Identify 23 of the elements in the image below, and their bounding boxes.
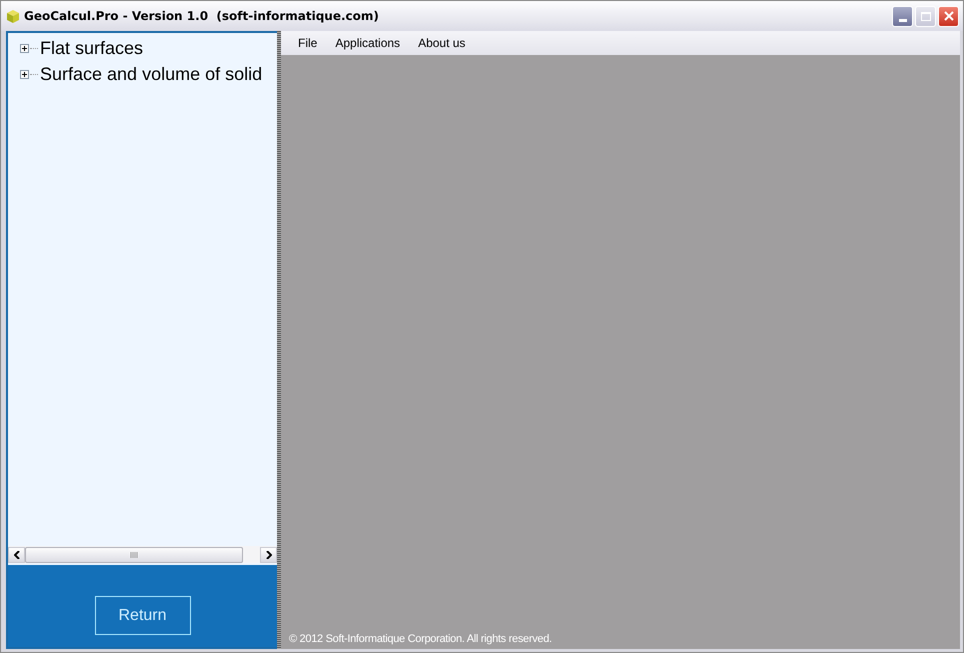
cube-icon <box>5 8 21 24</box>
minimize-button[interactable] <box>892 6 913 26</box>
tree-item[interactable]: Surface and volume of solid <box>40 64 262 84</box>
menu-item[interactable]: Applications <box>326 36 410 50</box>
chevron-left-icon <box>14 550 20 558</box>
maximize-icon <box>920 12 930 20</box>
expand-icon[interactable] <box>20 44 29 52</box>
close-button[interactable] <box>938 6 959 26</box>
horizontal-scrollbar[interactable] <box>8 546 277 563</box>
menu-item[interactable]: File <box>289 36 326 50</box>
chevron-right-icon <box>266 550 272 558</box>
grip-icon <box>130 552 138 558</box>
scroll-left-button[interactable] <box>8 546 25 562</box>
return-button[interactable]: Return <box>94 596 190 635</box>
menu-item[interactable]: About us <box>409 36 474 50</box>
minimize-icon <box>898 18 906 22</box>
window-title: GeoCalcul.Pro - Version 1.0 (soft-informatique.com) <box>24 9 379 23</box>
expand-icon[interactable] <box>20 70 29 78</box>
copyright-text: © 2012 Soft-Informatique Corporation. All rights reserved. <box>289 633 552 645</box>
scroll-right-button[interactable] <box>260 546 277 562</box>
close-icon <box>944 11 954 21</box>
scroll-thumb[interactable] <box>25 546 243 562</box>
tree-item[interactable]: Flat surfaces <box>40 38 144 58</box>
